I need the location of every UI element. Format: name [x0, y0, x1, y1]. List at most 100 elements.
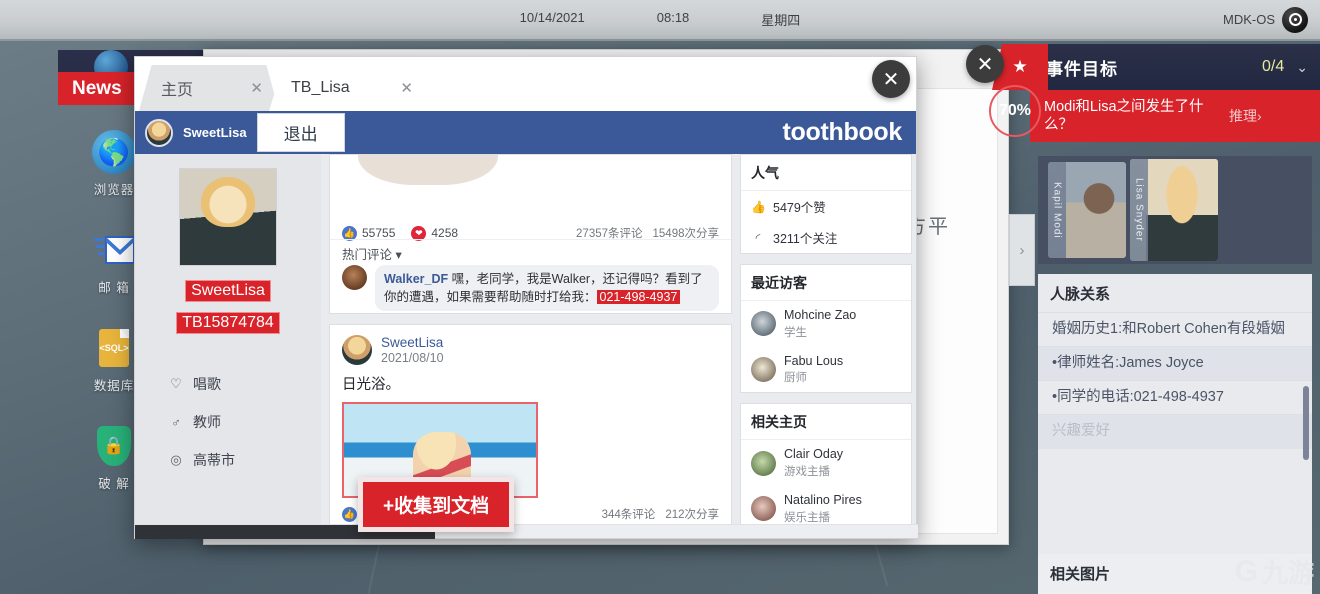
post-header: SweetLisa 2021/08/10	[330, 325, 731, 369]
os-name: MDK-OS	[1223, 12, 1275, 27]
comment-count: 344条评论	[602, 506, 656, 522]
toothbook-browser-window[interactable]: 主页 ✕ TB_Lisa ✕ SweetLisa 退出 toothbook Sw…	[134, 56, 917, 539]
character-card-name: Lisa Snyder	[1130, 159, 1148, 261]
post-author[interactable]: SweetLisa	[381, 335, 444, 350]
system-topbar: 10/14/2021 08:18 星期四 MDK-OS	[0, 0, 1320, 41]
tab-label: 主页	[161, 76, 240, 100]
browser-tab-tb-lisa[interactable]: TB_Lisa ✕	[269, 65, 429, 111]
comment-item: Walker_DF 嘿，老同学，我是Walker，还记得吗？看到了你的遭遇，如果…	[330, 263, 731, 314]
recent-visitors-card: 最近访客 Mohcine Zao 学生 Fabu Lous 厨师	[740, 264, 912, 393]
character-portrait	[1066, 162, 1126, 258]
avatar[interactable]	[342, 265, 367, 290]
close-icon[interactable]: ✕	[400, 79, 413, 97]
like-icon: 👍	[342, 507, 357, 522]
related-page-role: 娱乐主播	[784, 509, 862, 525]
profile-id: TB15874784	[176, 312, 280, 334]
profile-detail-label: 教师	[193, 412, 221, 432]
like-count: 55755	[362, 226, 395, 240]
relations-scrollbar[interactable]	[1303, 386, 1309, 460]
visitor-name: Fabu Lous	[784, 354, 843, 370]
related-page-name: Natalino Pires	[784, 493, 862, 509]
avatar	[751, 451, 776, 476]
profile-detail-city: ◎ 高蒂市	[169, 450, 321, 470]
related-page-item[interactable]: Clair Oday 游戏主播	[741, 440, 911, 486]
chevron-down-icon[interactable]: ⌄	[1296, 59, 1308, 76]
rss-icon: ◜	[751, 231, 765, 245]
feed-column: 👍 55755 ❤ 4258 27357条评论 15498次分享 热门评论 ▾	[321, 154, 740, 524]
profile-detail-list: ♡ 唱歌 ♂ 教师 ◎ 高蒂市	[135, 374, 321, 470]
hud-spacer	[1030, 142, 1320, 156]
profile-detail-job: ♂ 教师	[169, 412, 321, 432]
right-rail: 人气 👍 5479个赞 ◜ 3211个关注 最近访客	[740, 154, 916, 524]
close-browser-button[interactable]: ✕	[872, 60, 910, 98]
comment-bubble: Walker_DF 嘿，老同学，我是Walker，还记得吗？看到了你的遭遇，如果…	[375, 265, 719, 311]
related-page-name: Clair Oday	[784, 447, 843, 463]
popularity-likes-row: 👍 5479个赞	[741, 191, 911, 222]
popularity-follows-text: 3211个关注	[773, 228, 837, 247]
toothbook-logo: toothbook	[783, 118, 902, 147]
visitor-role: 厨师	[784, 369, 843, 385]
topbar-weekday: 星期四	[761, 10, 800, 29]
popularity-likes-text: 5479个赞	[773, 197, 826, 216]
profile-detail-label: 唱歌	[193, 374, 221, 394]
share-count: 212次分享	[665, 506, 719, 522]
toothbook-navbar: SweetLisa 退出 toothbook	[135, 111, 916, 154]
comment-phone-highlight: 021-498-4937	[597, 290, 681, 304]
profile-sidebar: SweetLisa TB15874784 ♡ 唱歌 ♂ 教师 ◎ 高蒂市	[135, 154, 321, 524]
hud-goal-row: Modi和Lisa之间发生了什么？ 推理›	[1030, 90, 1320, 142]
popularity-follows-row: ◜ 3211个关注	[741, 222, 911, 253]
character-card-name: Kapil Modi	[1048, 162, 1066, 258]
tab-label: TB_Lisa	[291, 79, 390, 97]
visitor-item[interactable]: Mohcine Zao 学生	[741, 301, 911, 347]
watermark-text: 九游	[1262, 553, 1314, 590]
character-card-modi[interactable]: Kapil Modi	[1048, 162, 1126, 258]
avatar[interactable]	[342, 335, 372, 365]
collect-to-document-button[interactable]: +收集到文档	[358, 477, 514, 532]
topbar-time: 08:18	[657, 10, 690, 29]
browser-tab-home[interactable]: 主页 ✕	[139, 65, 279, 111]
related-pages-card: 相关主页 Clair Oday 游戏主播 Natalino Pires 娱乐主播	[740, 403, 912, 532]
popularity-title: 人气	[741, 155, 911, 191]
hud-progress-count: 0/4	[1262, 58, 1284, 76]
avatar[interactable]	[145, 119, 173, 147]
avatar	[751, 311, 776, 336]
os-logo-icon	[1282, 7, 1308, 33]
deduce-button[interactable]: 推理›	[1229, 106, 1262, 126]
watermark-mark: G	[1235, 555, 1258, 589]
topbar-right: MDK-OS	[1223, 7, 1308, 33]
character-card-list: Kapil Modi Lisa Snyder	[1038, 156, 1312, 264]
relation-item[interactable]: •同学的电话:021-498-4937	[1038, 380, 1312, 414]
feed-post-top: 👍 55755 ❤ 4258 27357条评论 15498次分享 热门评论 ▾	[329, 154, 732, 314]
logout-button[interactable]: 退出	[257, 113, 345, 152]
relation-item[interactable]: 兴趣爱好	[1038, 414, 1312, 448]
event-hud-panel: ★ 事件目标 0/4 ⌄ Modi和Lisa之间发生了什么？ 推理› Kapil…	[1030, 44, 1320, 594]
horizontal-scrollbar[interactable]	[135, 524, 918, 538]
chevron-down-icon: ▾	[396, 248, 402, 262]
heart-icon: ♡	[169, 376, 183, 392]
close-icon[interactable]: ✕	[250, 79, 263, 97]
relations-title: 人脉关系	[1038, 274, 1312, 312]
post-date: 2021/08/10	[381, 351, 444, 365]
character-card-lisa[interactable]: Lisa Snyder	[1130, 159, 1218, 261]
visitor-role: 学生	[784, 324, 856, 340]
comment-author[interactable]: Walker_DF	[384, 272, 448, 286]
tie-icon: ♂	[169, 415, 183, 430]
progress-percent-badge: 70%	[989, 85, 1041, 137]
related-pages-title: 相关主页	[741, 404, 911, 440]
relation-item[interactable]: •律师姓名:James Joyce	[1038, 346, 1312, 380]
post-image	[358, 154, 498, 185]
close-background-window-button[interactable]: ✕	[966, 45, 1004, 83]
toothbook-body: SweetLisa TB15874784 ♡ 唱歌 ♂ 教师 ◎ 高蒂市	[135, 154, 916, 524]
recent-visitors-title: 最近访客	[741, 265, 911, 301]
visitor-item[interactable]: Fabu Lous 厨师	[741, 347, 911, 393]
browser-tabstrip: 主页 ✕ TB_Lisa ✕	[135, 57, 916, 111]
relation-item[interactable]: 婚姻历史1:和Robert Cohen有段婚姻	[1038, 312, 1312, 346]
hud-header: ★ 事件目标 0/4 ⌄	[1030, 44, 1320, 90]
panel-expand-arrow-icon[interactable]: ›	[1009, 214, 1035, 286]
profile-detail-label: 高蒂市	[193, 450, 235, 470]
hud-title: 事件目标	[1046, 55, 1262, 80]
database-icon: <SQL>	[92, 326, 136, 370]
desktop-screen: 10/14/2021 08:18 星期四 MDK-OS News 🌎 浏览器	[0, 0, 1320, 594]
hud-goal-text: Modi和Lisa之间发生了什么？	[1044, 98, 1229, 134]
globe-icon: 🌎	[92, 130, 136, 174]
